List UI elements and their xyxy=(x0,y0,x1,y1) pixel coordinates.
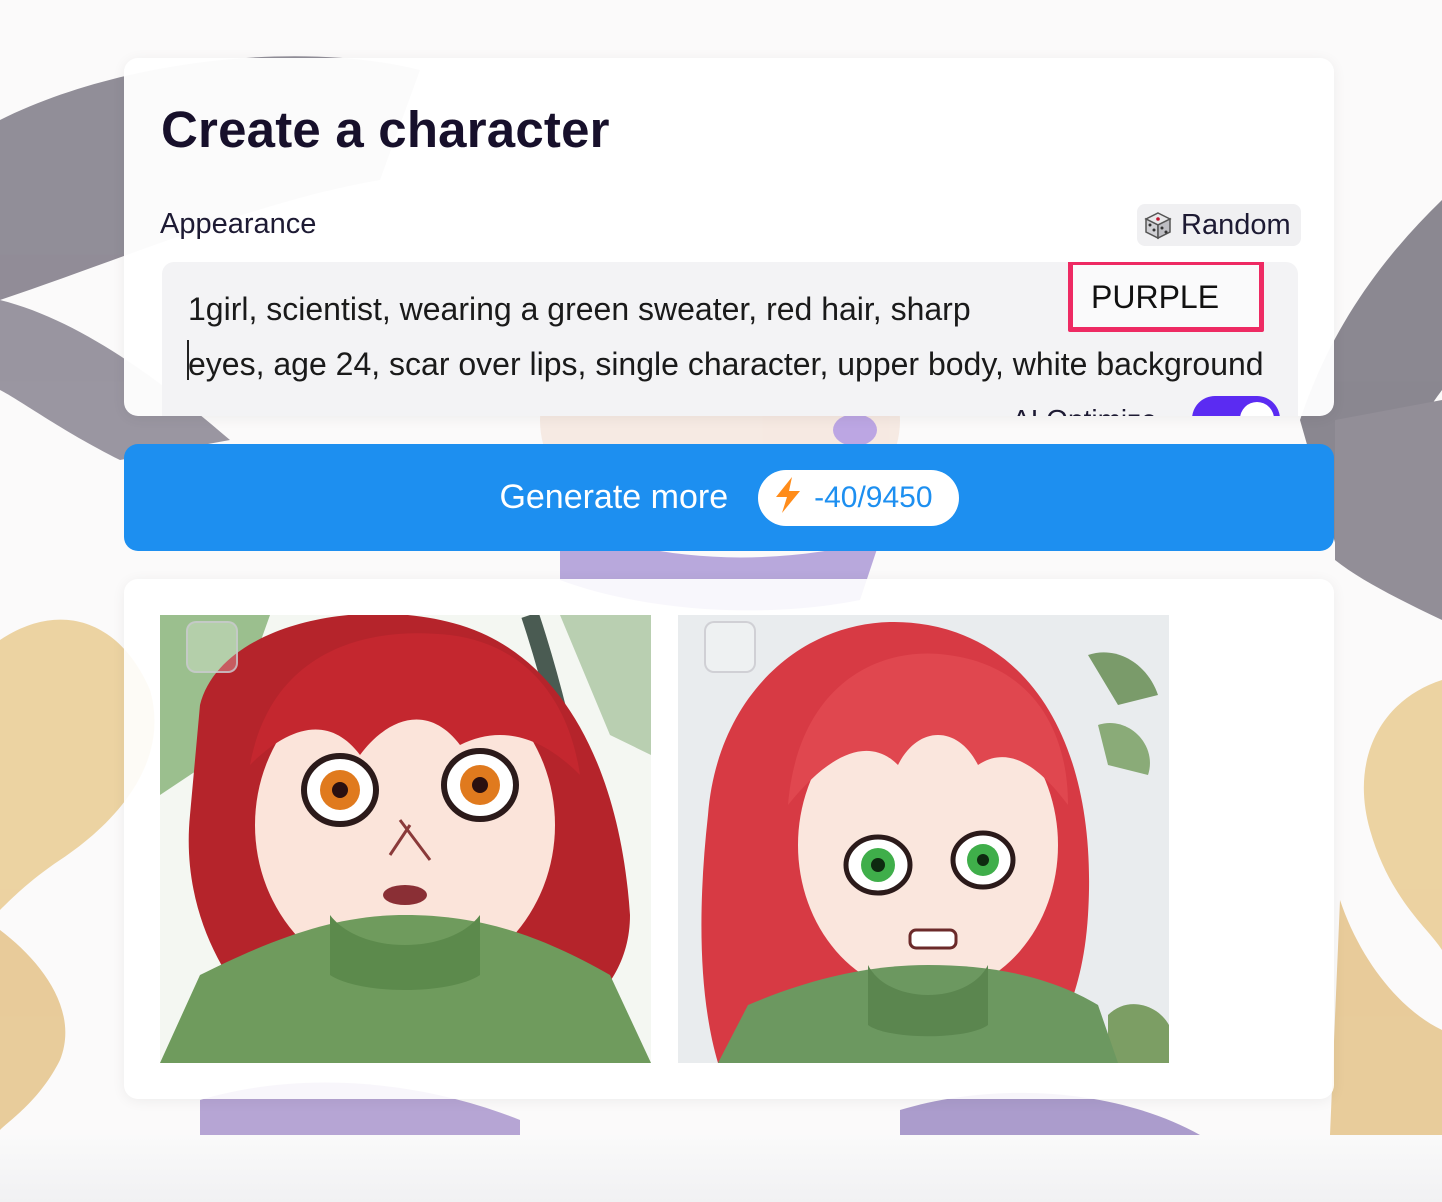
results-card xyxy=(124,579,1334,1099)
appearance-prompt-input[interactable]: 1girl, scientist, wearing a green sweate… xyxy=(162,262,1298,416)
create-character-card: Create a character Appearance Random 1gi… xyxy=(124,58,1334,416)
page-title: Create a character xyxy=(161,101,610,158)
select-checkbox-1[interactable] xyxy=(186,621,238,673)
generate-more-label: Generate more xyxy=(499,478,729,516)
result-image-1[interactable] xyxy=(160,615,651,1063)
select-checkbox-2[interactable] xyxy=(704,621,756,673)
credits-badge: -40/9450 xyxy=(758,469,959,526)
page-footer-strip xyxy=(0,1135,1442,1202)
highlighted-word-box: PURPLE xyxy=(1068,262,1264,332)
result-image-2[interactable] xyxy=(678,615,1169,1063)
credits-value: -40/9450 xyxy=(814,480,933,514)
appearance-label: Appearance xyxy=(160,208,317,240)
ai-optimize-label: AI Optimize xyxy=(1012,404,1157,416)
highlighted-word: PURPLE xyxy=(1091,279,1220,315)
ai-optimize-toggle[interactable] xyxy=(1192,396,1280,416)
toggle-knob xyxy=(1240,402,1274,416)
text-caret xyxy=(187,340,189,380)
dice-icon xyxy=(1143,210,1173,240)
random-button-label: Random xyxy=(1181,208,1291,241)
random-button[interactable]: Random xyxy=(1137,204,1301,246)
generate-more-button[interactable]: Generate more -40/9450 xyxy=(124,444,1334,551)
lightning-icon xyxy=(770,475,806,520)
